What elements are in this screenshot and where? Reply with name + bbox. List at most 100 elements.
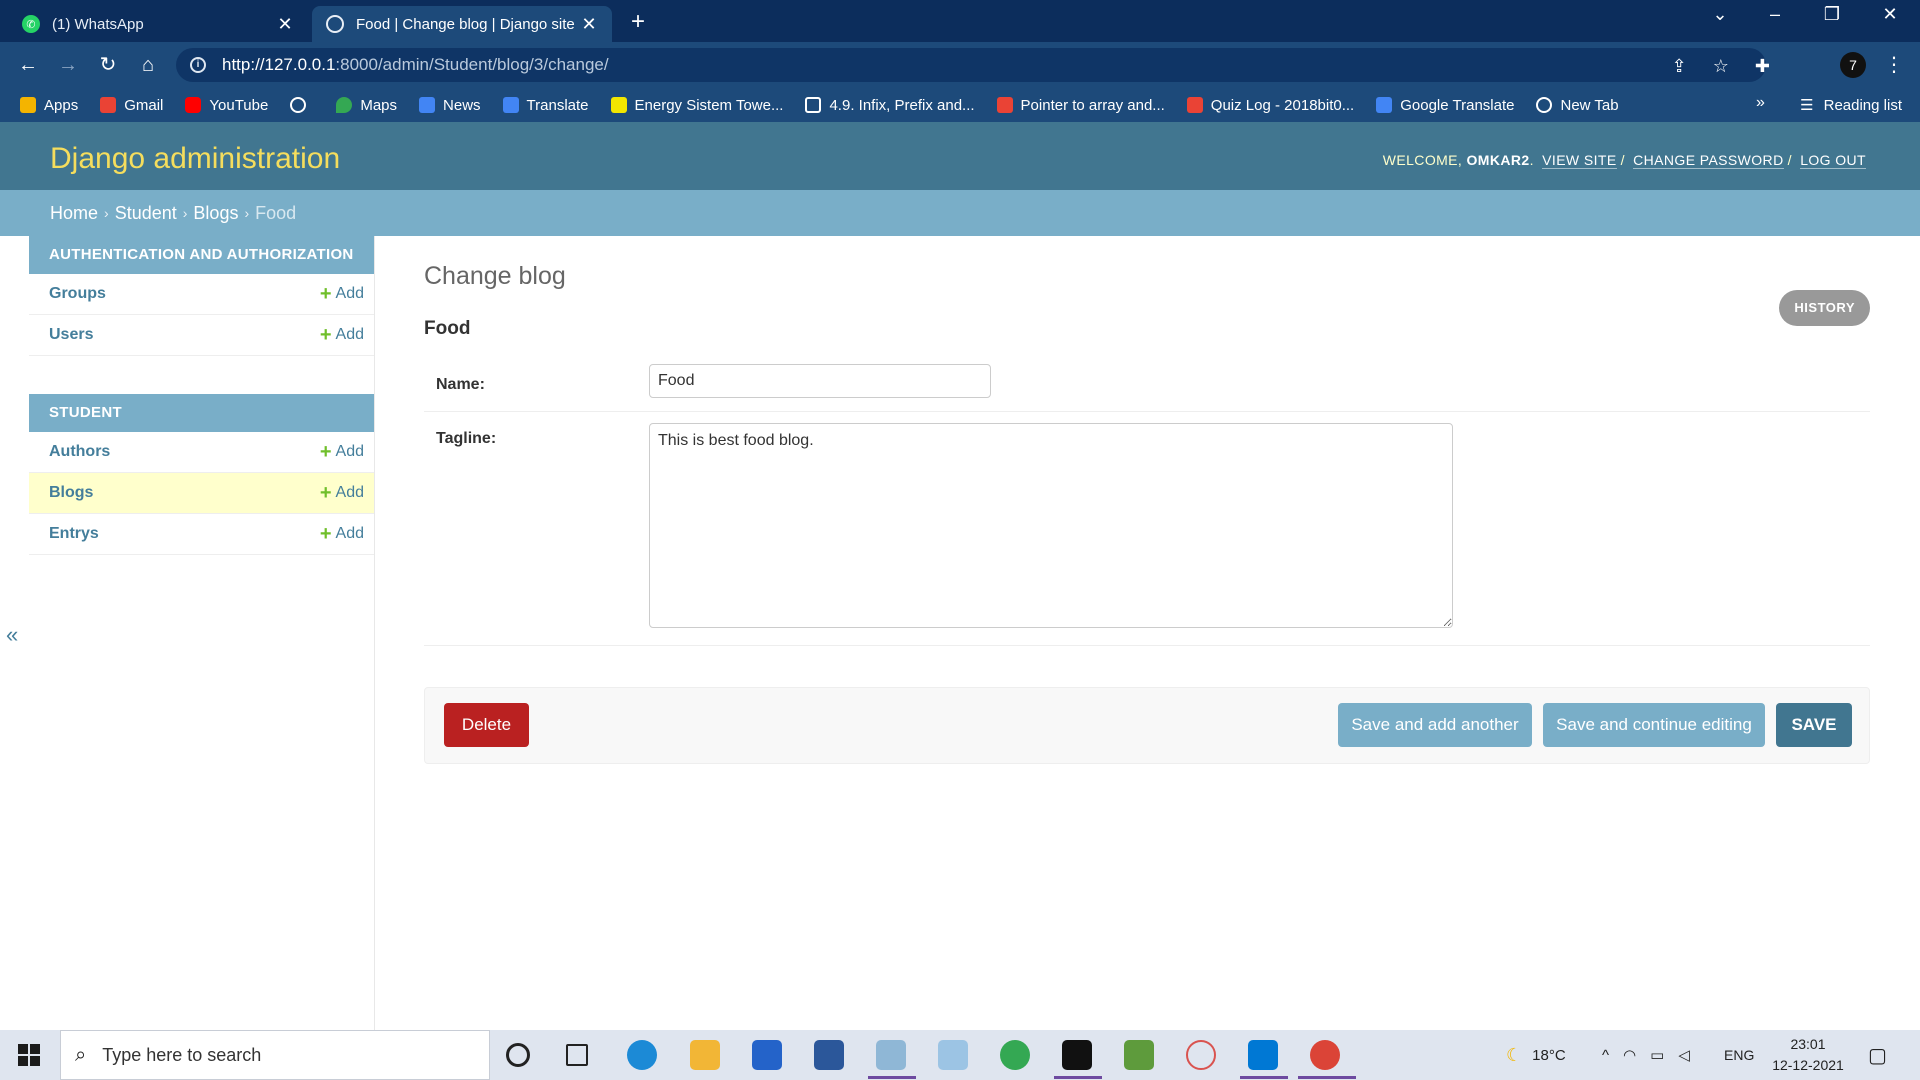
toggle-nav-sidebar[interactable]: « [6,622,18,648]
add-blogs-link[interactable]: + Add [320,483,364,503]
bookmark-label: Pointer to array and... [1020,96,1165,114]
app-caption-student[interactable]: STUDENT [29,394,374,432]
snipping-tool-icon[interactable] [1186,1040,1216,1070]
save-and-add-another-button[interactable]: Save and add another [1338,703,1532,747]
add-authors-link[interactable]: + Add [320,442,364,462]
system-tray: ^ ◠ ▭ ◁ [1602,1030,1690,1080]
taskbar-search-input[interactable]: ⌕ Type here to search [60,1030,490,1080]
file-explorer-icon[interactable] [690,1040,720,1070]
close-tab-icon[interactable]: ✕ [580,14,598,35]
notifications-icon[interactable]: ▢ [1868,1030,1887,1080]
tab-search-icon[interactable]: ⌄ [1700,4,1740,25]
extensions-icon[interactable]: ✚ [1755,56,1770,77]
task-view-icon[interactable] [566,1044,588,1066]
bookmark-translate[interactable]: Translate [502,97,589,114]
gmail-icon [996,97,1013,113]
globe-icon [290,97,307,113]
bookmark-infix[interactable]: 4.9. Infix, Prefix and... [805,97,975,114]
add-label: Add [335,326,364,343]
back-button[interactable]: ← [14,52,42,80]
breadcrumb-home[interactable]: Home [50,203,98,224]
new-tab-button[interactable]: + [624,8,652,36]
weather-widget[interactable]: ☾ 18°C [1506,1030,1566,1080]
tab-whatsapp[interactable]: ✆ (1) WhatsApp ✕ [8,6,308,42]
model-link-groups[interactable]: Groups [49,285,320,303]
bookmark-star-icon[interactable]: ☆ [1713,56,1729,77]
bookmark-pointer[interactable]: Pointer to array and... [996,96,1165,114]
windows-start-icon[interactable] [18,1044,40,1066]
paint-icon[interactable] [1124,1040,1154,1070]
bookmark-new-tab[interactable]: New Tab [1536,97,1619,114]
bookmark-label: Apps [44,96,79,114]
bookmark-google-translate[interactable]: Google Translate [1376,97,1514,114]
bookmark-youtube[interactable]: YouTube [185,97,268,114]
word-icon[interactable] [814,1040,844,1070]
bookmark-news[interactable]: News [419,97,481,114]
notepad-icon[interactable] [876,1040,906,1070]
close-tab-icon[interactable]: ✕ [276,14,294,35]
bookmark-gmail[interactable]: Gmail [100,97,163,114]
wifi-icon[interactable]: ◠ [1623,1046,1636,1064]
model-link-users[interactable]: Users [49,326,320,344]
save-and-continue-button[interactable]: Save and continue editing [1543,703,1765,747]
bookmark-apps[interactable]: Apps [20,97,78,114]
globe-icon [326,15,344,33]
edge-icon[interactable] [627,1040,657,1070]
save-button[interactable]: SAVE [1776,703,1852,747]
bookmark-quiz-log[interactable]: Quiz Log - 2018bit0... [1186,97,1354,114]
add-label: Add [335,443,364,460]
bookmark-label: Google Translate [1400,96,1515,114]
breadcrumb-student[interactable]: Student [115,203,177,224]
chrome-profile-icon[interactable] [1310,1040,1340,1070]
cortana-icon[interactable] [506,1043,530,1067]
model-link-entrys[interactable]: Entrys [49,525,320,543]
forward-button[interactable]: → [54,52,82,80]
share-icon[interactable]: ⇪ [1672,56,1687,77]
breadcrumb-blogs[interactable]: Blogs [193,203,238,224]
language-indicator[interactable]: ENG [1724,1030,1754,1080]
app-caption-auth[interactable]: AUTHENTICATION AND AUTHORIZATION [29,236,374,274]
home-button[interactable]: ⌂ [134,52,162,80]
site-branding[interactable]: Django administration [50,142,340,176]
delete-button[interactable]: Delete [444,703,529,747]
history-button[interactable]: HISTORY [1779,290,1870,326]
url-bar[interactable]: i http://127.0.0.1:8000/admin/Student/bl… [176,48,1766,82]
clock[interactable]: 23:01 12-12-2021 [1768,1034,1848,1076]
store-icon[interactable] [752,1040,782,1070]
name-input[interactable] [649,364,991,398]
active-app-indicator [868,1076,916,1079]
bookmark-maps[interactable]: Maps [336,97,397,114]
bookmark-globe[interactable] [290,97,314,113]
reading-list-button[interactable]: ☰ Reading list [1800,96,1902,115]
change-password-link[interactable]: CHANGE PASSWORD [1633,152,1784,169]
model-link-authors[interactable]: Authors [49,443,320,461]
whatsapp-icon: ✆ [22,15,40,33]
reload-button[interactable]: ↻ [94,52,122,80]
add-label: Add [335,285,364,302]
browser-menu-icon[interactable]: ⋮ [1880,52,1908,80]
site-info-icon[interactable]: i [190,57,206,73]
terminal-icon[interactable] [1062,1040,1092,1070]
bookmark-energy[interactable]: Energy Sistem Towe... [610,97,783,114]
youtube-icon [185,97,202,113]
battery-icon[interactable]: ▭ [1650,1046,1664,1064]
tagline-textarea[interactable]: This is best food blog. [649,423,1453,628]
more-bookmarks-button[interactable]: » [1756,94,1765,112]
restore-button[interactable]: ❐ [1812,4,1852,25]
profile-avatar[interactable]: 7 [1840,52,1866,78]
minimize-button[interactable]: – [1755,4,1795,25]
close-window-button[interactable]: ✕ [1870,4,1910,25]
volume-icon[interactable]: ◁ [1678,1046,1690,1064]
view-site-link[interactable]: VIEW SITE [1542,152,1617,169]
add-users-link[interactable]: + Add [320,325,364,345]
log-out-link[interactable]: LOG OUT [1800,152,1866,169]
add-groups-link[interactable]: + Add [320,284,364,304]
chevron-up-icon[interactable]: ^ [1602,1047,1609,1064]
photos-icon[interactable] [938,1040,968,1070]
model-link-blogs[interactable]: Blogs [49,484,320,502]
vscode-icon[interactable] [1248,1040,1278,1070]
tab-django-admin[interactable]: Food | Change blog | Django site ✕ [312,6,612,42]
tab-title: (1) WhatsApp [52,15,144,33]
add-entrys-link[interactable]: + Add [320,524,364,544]
chrome-icon[interactable] [1000,1040,1030,1070]
